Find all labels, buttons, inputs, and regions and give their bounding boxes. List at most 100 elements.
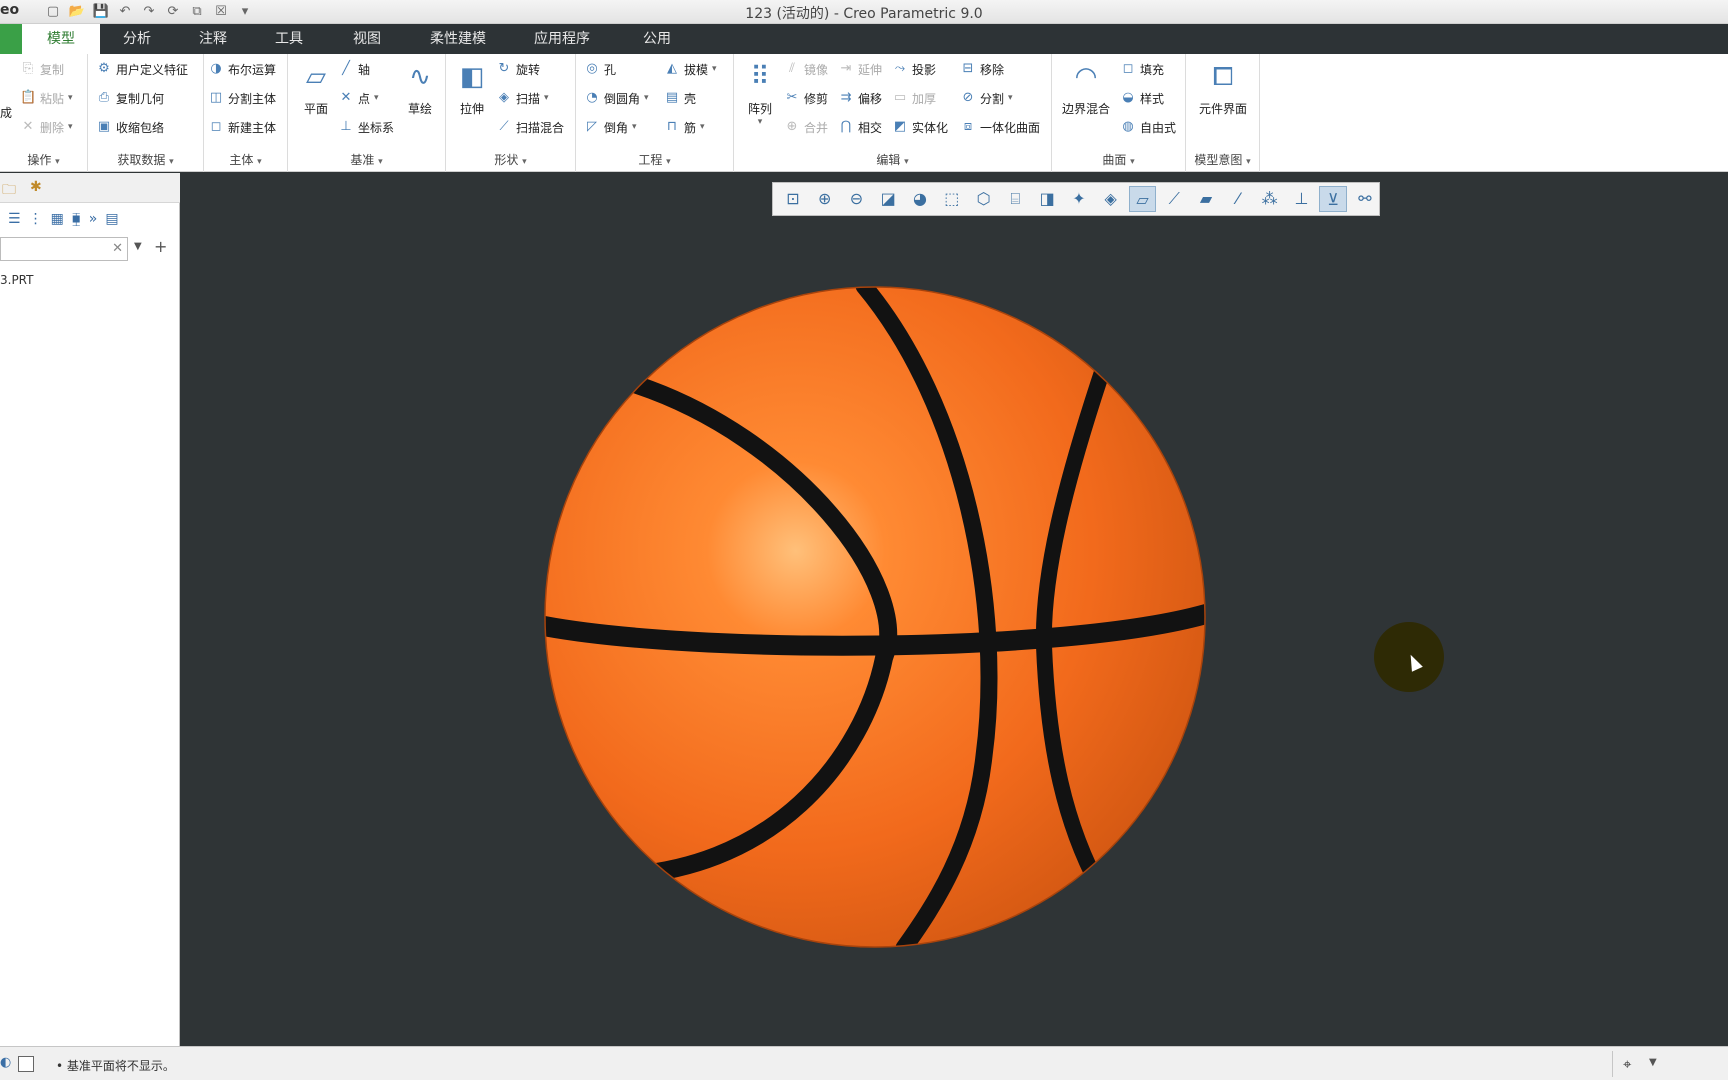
group-label-shapes[interactable]: 形状 ▾ (446, 151, 575, 168)
perspective-icon[interactable]: ⌸ (1001, 186, 1029, 212)
mirror-button[interactable]: ⫽ 镜像 (784, 58, 828, 80)
settings-page-icon[interactable]: ▤ (105, 211, 118, 227)
filter-dropdown-icon[interactable]: ▼ (1649, 1057, 1657, 1068)
refit-icon[interactable]: ⊡ (779, 186, 807, 212)
tab-annotate[interactable]: 注释 (180, 24, 246, 54)
spin-center-icon[interactable]: ✦ (1065, 186, 1093, 212)
folder-icon[interactable]: 🗀 (2, 179, 16, 203)
tab-tools[interactable]: 工具 (256, 24, 322, 54)
point-tag-icon[interactable]: ⁂ (1256, 186, 1284, 212)
sketcher-display-icon[interactable]: ⚯ (1351, 186, 1379, 212)
component-interface-button[interactable]: ⧠ 元件界面 (1190, 60, 1256, 117)
delete-button[interactable]: ✕ 删除 ▾ (20, 116, 73, 138)
udf-button[interactable]: ⚙ 用户定义特征 (96, 58, 188, 80)
group-label-engineering[interactable]: 工程 ▾ (576, 151, 733, 168)
revolve-button[interactable]: ↻ 旋转 (496, 58, 540, 80)
paste-button[interactable]: 📋 粘贴 ▾ (20, 87, 73, 109)
datum-point-display-icon[interactable]: ▰ (1192, 186, 1220, 212)
freestyle-button[interactable]: ◍ 自由式 (1120, 116, 1176, 138)
add-icon[interactable]: + (154, 237, 167, 256)
extrude-button[interactable]: ◧ 拉伸 (446, 60, 498, 117)
view-manager-icon[interactable]: ⬡ (970, 186, 998, 212)
style-button[interactable]: ◒ 样式 (1120, 87, 1164, 109)
tree-search-input[interactable]: ✕ (0, 237, 128, 261)
basketball-model[interactable] (544, 286, 1206, 948)
datum-axis-display-icon[interactable]: ⟋ (1160, 186, 1188, 212)
fill-button[interactable]: ◻ 填充 (1120, 58, 1164, 80)
tab-analysis[interactable]: 分析 (104, 24, 170, 54)
section-icon[interactable]: ◨ (1033, 186, 1061, 212)
more-icon[interactable]: » (89, 211, 98, 227)
full-screen-icon[interactable] (18, 1056, 34, 1072)
group-label-surfaces[interactable]: 曲面 ▾ (1052, 151, 1185, 168)
merge-button[interactable]: ⊕ 合并 (784, 116, 828, 138)
remove-button[interactable]: ⊟ 移除 (960, 58, 1004, 80)
zoom-in-icon[interactable]: ⊕ (811, 186, 839, 212)
group-label-operations[interactable]: 操作 ▾ (0, 151, 87, 168)
selection-filter[interactable]: ⌖ ▼ (1612, 1051, 1728, 1077)
tree-filter-icon[interactable]: ⧯ (72, 211, 81, 227)
csys-tag-icon[interactable]: ⊥ (1288, 186, 1316, 212)
split-button[interactable]: ⊘ 分割 ▾ (960, 87, 1013, 109)
tree-item-part[interactable]: 3.PRT (0, 273, 33, 287)
display-style-icon[interactable]: ◈ (1097, 186, 1125, 212)
thicken-button[interactable]: ▭ 加厚 (892, 87, 936, 109)
intersect-button[interactable]: ⋂ 相交 (838, 116, 882, 138)
message-log-icon[interactable]: ◐ (0, 1055, 11, 1070)
draft-button[interactable]: ◭ 拔模 ▾ (664, 58, 717, 80)
project-button[interactable]: ⤳ 投影 (892, 58, 936, 80)
annotation-display-icon[interactable]: ⊻ (1319, 186, 1348, 212)
axis-button[interactable]: ╱ 轴 (338, 58, 370, 80)
solidify-button[interactable]: ◩ 实体化 (892, 116, 948, 138)
csys-display-icon[interactable]: ⁄ (1224, 186, 1252, 212)
regenerate-label[interactable]: 成 (0, 101, 12, 123)
repaint-icon[interactable]: ◪ (874, 186, 902, 212)
sweep-button[interactable]: ◈ 扫描 ▾ (496, 87, 549, 109)
boolean-button[interactable]: ◑ 布尔运算 (208, 58, 276, 80)
split-body-button[interactable]: ◫ 分割主体 (208, 87, 276, 109)
datum-plane-display-icon[interactable]: ▱ (1128, 186, 1157, 212)
group-label-model-intent[interactable]: 模型意图 ▾ (1186, 151, 1259, 168)
shrinkwrap-button[interactable]: ▣ 收缩包络 (96, 116, 164, 138)
saved-views-icon[interactable]: ⬚ (938, 186, 966, 212)
group-label-body[interactable]: 主体 ▾ (204, 151, 287, 168)
new-body-button[interactable]: ◻ 新建主体 (208, 116, 276, 138)
tab-public[interactable]: 公用 (624, 24, 690, 54)
copy-geometry-button[interactable]: ⎙ 复制几何 (96, 87, 164, 109)
find-binoculars-icon[interactable]: ⌖ (1623, 1055, 1631, 1073)
clear-search-icon[interactable]: ✕ (112, 241, 123, 256)
extend-button[interactable]: ⇥ 延伸 (838, 58, 882, 80)
chamfer-button[interactable]: ◸ 倒角 ▾ (584, 116, 637, 138)
tab-view[interactable]: 视图 (334, 24, 400, 54)
trim-button[interactable]: ✂ 修剪 (784, 87, 828, 109)
search-dropdown-icon[interactable]: ▼ (134, 241, 142, 252)
tab-applications[interactable]: 应用程序 (522, 24, 602, 54)
tab-flexible-modeling[interactable]: 柔性建模 (418, 24, 498, 54)
sketch-button[interactable]: ∿ 草绘 (394, 60, 446, 117)
rib-button[interactable]: ⊓ 筋 ▾ (664, 116, 705, 138)
swept-blend-button[interactable]: ⟋ 扫描混合 (496, 116, 564, 138)
tab-file[interactable] (0, 24, 22, 54)
point-button[interactable]: ✕ 点 ▾ (338, 87, 379, 109)
unify-surface-button[interactable]: ⧈ 一体化曲面 (960, 116, 1040, 138)
round-button[interactable]: ◔ 倒圆角 ▾ (584, 87, 648, 109)
csys-button[interactable]: ⊥ 坐标系 (338, 116, 394, 138)
tree-columns-icon[interactable]: ⋮ (29, 211, 43, 227)
hole-button[interactable]: ◎ 孔 (584, 58, 616, 80)
plane-button[interactable]: ▱ 平面 (290, 60, 342, 117)
tab-model[interactable]: 模型 (22, 24, 100, 54)
tree-list-icon[interactable]: ☰ (8, 211, 21, 227)
status-bar: ◐ • 基准平面将不显示。 ⌖ ▼ (0, 1046, 1728, 1080)
copy-button[interactable]: ⎘ 复制 (20, 58, 64, 80)
boundary-blend-button[interactable]: ◠ 边界混合 (1054, 60, 1118, 117)
zoom-out-icon[interactable]: ⊖ (843, 186, 871, 212)
pattern-button[interactable]: ⠿ 阵列 ▾ (734, 60, 786, 127)
group-label-editing[interactable]: 编辑 ▾ (734, 151, 1051, 168)
favorites-icon[interactable]: ✱ (30, 179, 42, 195)
tree-table-icon[interactable]: ▦ (51, 211, 64, 227)
group-label-get-data[interactable]: 获取数据 ▾ (88, 151, 203, 168)
shading-icon[interactable]: ◕ (906, 186, 934, 212)
offset-button[interactable]: ⇉ 偏移 (838, 87, 882, 109)
group-label-datum[interactable]: 基准 ▾ (288, 151, 445, 168)
shell-button[interactable]: ▤ 壳 (664, 87, 696, 109)
